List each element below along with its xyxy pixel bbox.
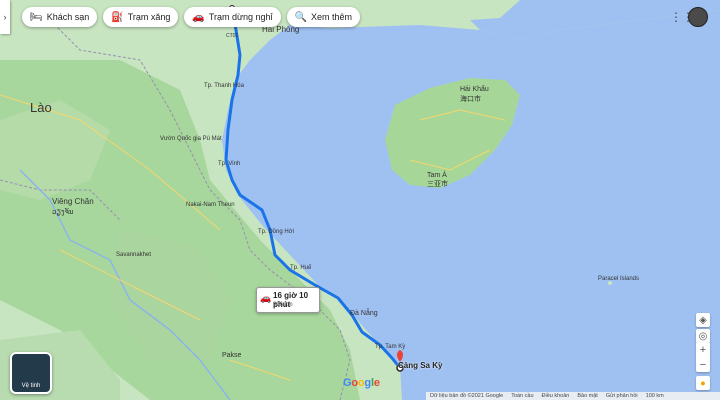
label-lao: Lào [30, 100, 52, 115]
label-savannakhet: Savannakhet [116, 252, 151, 258]
search-icon: 🔍 [294, 11, 308, 23]
label-dong-hoi: Tp. Đồng Hới [258, 229, 294, 235]
map-canvas[interactable]: Hải Phòng Lào Tp. Thanh Hóa Vườn Quốc gi… [0, 0, 720, 400]
route-distance: 906 km [273, 302, 293, 308]
avatar[interactable] [688, 7, 708, 27]
pegman-icon[interactable]: ● [696, 376, 710, 390]
chip-label: Trạm dừng nghỉ [208, 12, 273, 22]
label-tam-a: Tam Á [427, 170, 447, 179]
satellite-layer-label: Vệ tinh [21, 383, 41, 389]
layers-icon[interactable]: ◈ [696, 313, 710, 327]
label-da-nang: Đà Nẵng [350, 308, 378, 317]
map-footer: Dữ liệu bản đồ ©2021 Google Toàn cầu Điề… [426, 392, 720, 400]
label-vieng-chan-lao: ວຽງຈັນ [52, 207, 74, 216]
label-tam-a-cn: 三亚市 [427, 179, 448, 188]
label-hue: Tp. Huế [290, 265, 312, 271]
chip-label: Xem thêm [311, 12, 353, 22]
chip-rest-stops[interactable]: 🚗 Trạm dừng nghỉ [184, 7, 281, 27]
car-icon: 🚗 [260, 293, 272, 303]
category-chips: 🛏 Khách sạn ⛽ Trạm xăng 🚗 Trạm dừng nghỉ… [22, 7, 361, 27]
satellite-layer-button[interactable]: Vệ tinh [10, 352, 52, 394]
zoom-out-button[interactable]: − [696, 357, 710, 372]
footer-scale[interactable]: 100 km [646, 393, 664, 399]
label-pu-mat: Vườn Quốc gia Pù Mát [160, 136, 222, 142]
my-location-icon[interactable]: ◎ [696, 329, 710, 343]
label-vinh: Tp. Vinh [218, 161, 240, 167]
footer-terms[interactable]: Điều khoản [542, 393, 570, 399]
label-nakai: Nakai-Nam Theun [186, 202, 235, 208]
zoom-control: + − [696, 342, 710, 372]
label-hai-khau: Hải Khẩu [460, 85, 489, 93]
footer-privacy[interactable]: Bảo mật [577, 393, 597, 399]
footer-feedback[interactable]: Gửi phản hồi [606, 393, 638, 399]
label-pakse: Pakse [222, 352, 242, 359]
label-thanh-hoa: Tp. Thanh Hóa [204, 83, 245, 89]
bed-icon: 🛏 [30, 11, 43, 23]
collapse-panel-button[interactable]: › [0, 0, 10, 34]
chip-label: Trạm xăng [127, 12, 171, 22]
zoom-in-button[interactable]: + [696, 342, 710, 357]
label-paracel: Paracel Islands [598, 276, 639, 282]
label-vieng-chan: Viêng Chăn [52, 197, 94, 206]
footer-global[interactable]: Toàn cầu [511, 393, 533, 399]
chip-more[interactable]: 🔍 Xem thêm [286, 7, 361, 27]
label-road-ct01: CT01 [226, 33, 238, 39]
label-hai-khau-cn: 海口市 [460, 94, 481, 103]
chip-hotels[interactable]: 🛏 Khách sạn [22, 7, 98, 27]
chip-label: Khách sạn [46, 12, 90, 22]
label-tam-ky: Tp. Tam Kỳ [375, 344, 405, 350]
rest-stop-icon: 🚗 [192, 11, 205, 23]
gas-station-icon: ⛽ [111, 11, 124, 23]
destination-label[interactable]: Cảng Sa Kỳ [398, 361, 442, 370]
chip-gas-stations[interactable]: ⛽ Trạm xăng [103, 7, 179, 27]
footer-copyright: Dữ liệu bản đồ ©2021 Google [430, 393, 504, 399]
route-info-box[interactable]: 🚗 16 giờ 10 phút 906 km [256, 287, 320, 313]
google-logo: Google [343, 377, 380, 389]
